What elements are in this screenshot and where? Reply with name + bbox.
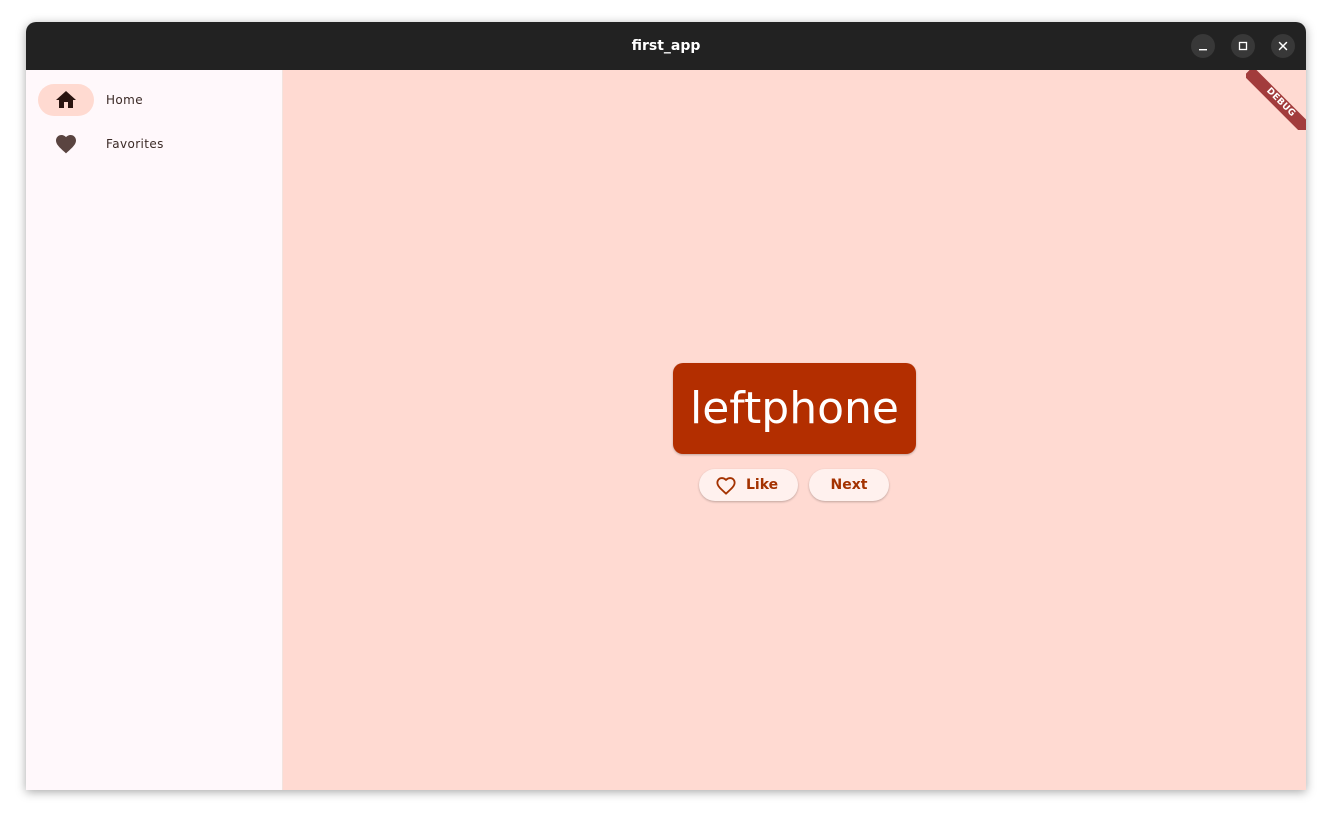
nav-label-favorites: Favorites [106, 137, 164, 151]
debug-banner: DEBUG [1246, 70, 1306, 130]
nav-item-favorites[interactable]: Favorites [38, 128, 278, 160]
minimize-button[interactable] [1191, 34, 1215, 58]
app-window: first_app Home Favorites leftphone Like … [26, 22, 1306, 790]
like-button[interactable]: Like [699, 469, 798, 501]
next-button-label: Next [830, 477, 868, 493]
like-button-label: Like [746, 477, 779, 493]
window-title: first_app [631, 38, 701, 54]
heart-icon [56, 135, 76, 154]
word-pair-card: leftphone [673, 363, 916, 454]
maximize-button[interactable] [1231, 34, 1255, 58]
title-bar[interactable]: first_app [26, 22, 1306, 70]
next-button[interactable]: Next [809, 469, 889, 501]
maximize-icon [1238, 41, 1248, 51]
heart-outline-icon [716, 477, 736, 495]
close-button[interactable] [1271, 34, 1295, 58]
home-icon [56, 91, 76, 108]
generator-page: leftphone Like Next DEBUG [282, 70, 1306, 790]
nav-item-home[interactable]: Home [38, 84, 278, 116]
word-pair-text: leftphone [690, 383, 899, 434]
navigation-rail: Home Favorites [26, 70, 282, 790]
app-content: Home Favorites leftphone Like Next DEBUG [26, 70, 1306, 790]
close-icon [1278, 41, 1288, 51]
debug-ribbon-label: DEBUG [1246, 70, 1306, 130]
minimize-icon [1199, 49, 1207, 51]
nav-label-home: Home [106, 93, 144, 107]
